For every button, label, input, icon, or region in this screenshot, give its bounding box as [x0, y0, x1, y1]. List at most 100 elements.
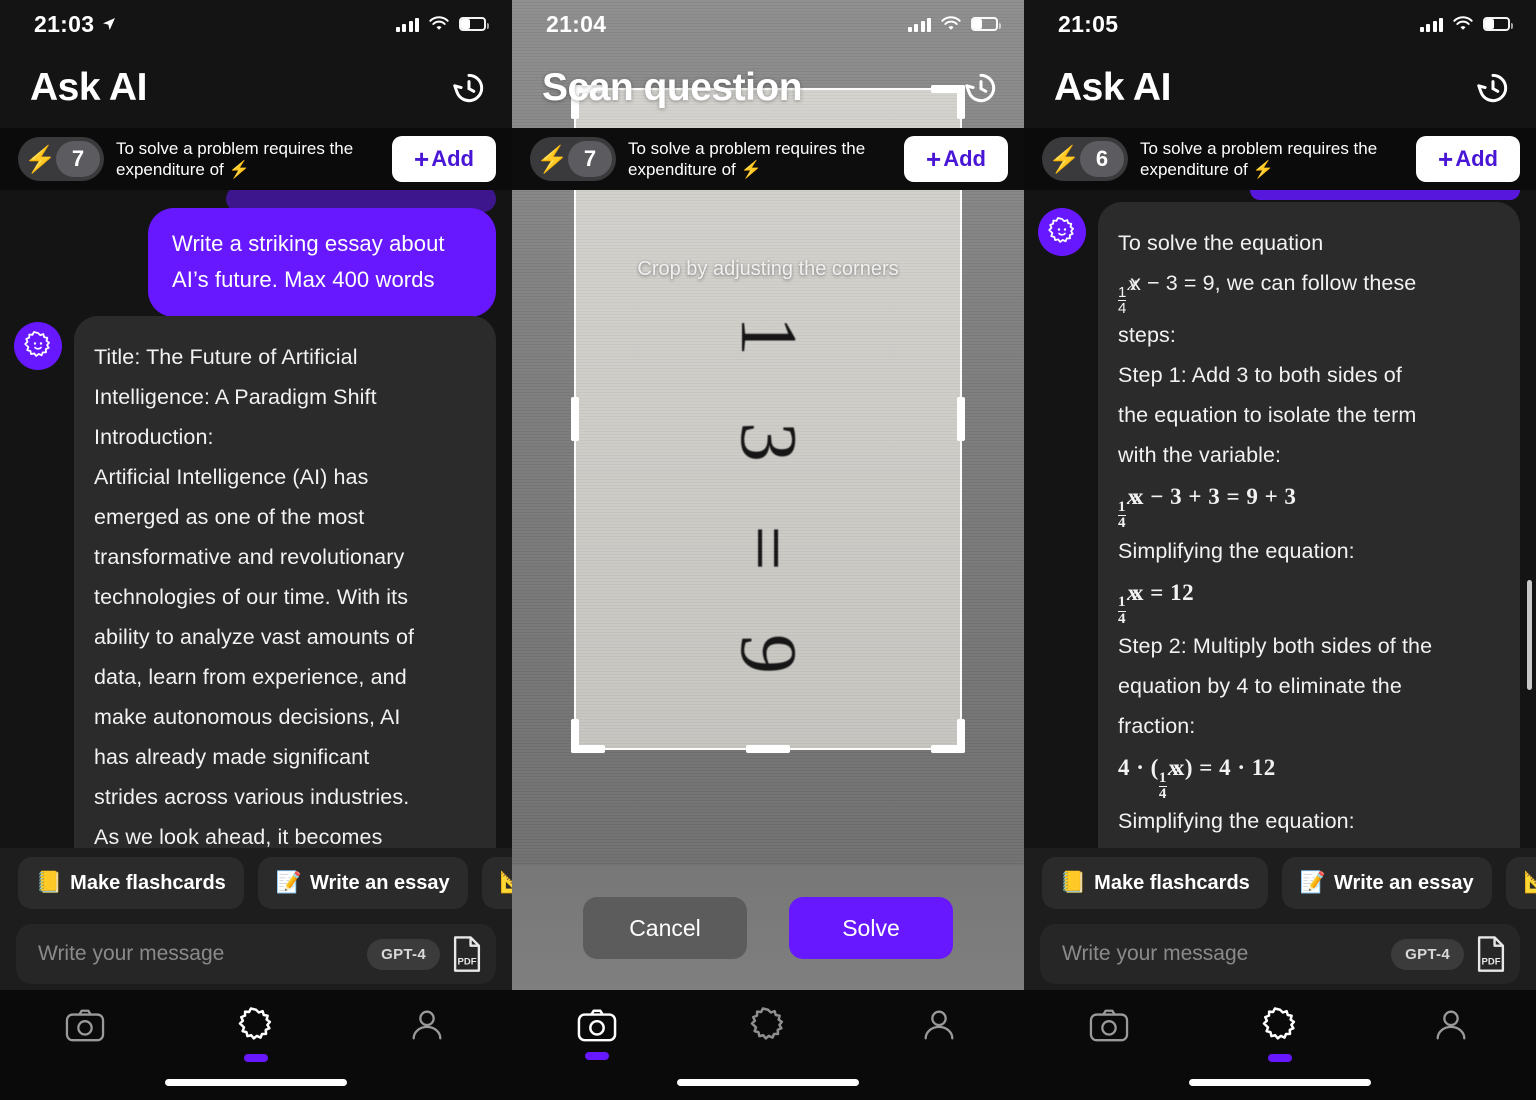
location-arrow-icon — [103, 18, 116, 30]
crop-corner-bottom-right-h[interactable] — [931, 745, 965, 753]
cancel-button[interactable]: Cancel — [583, 897, 747, 959]
svg-text:PDF: PDF — [1482, 957, 1501, 968]
energy-message: To solve a problem requires the expendit… — [116, 138, 354, 179]
fraction-numerator: 1 — [1158, 769, 1167, 786]
tab-indicator — [927, 1052, 951, 1060]
svg-text:PDF: PDF — [458, 957, 477, 968]
energy-pill[interactable]: ⚡ 7 — [530, 137, 616, 181]
message-input-container[interactable]: Write your message GPT-4 PDF — [1040, 924, 1520, 984]
crop-handle-right[interactable] — [957, 397, 965, 441]
chip-make-flashcards[interactable]: 📒 Make flashcards — [1042, 857, 1268, 909]
history-clock-icon[interactable] — [450, 69, 488, 107]
ai-line: strides across various industries. — [94, 784, 410, 809]
camera-icon — [1090, 1009, 1129, 1042]
tab-camera[interactable] — [0, 1006, 171, 1060]
tab-ask-ai[interactable] — [683, 1006, 854, 1062]
eq2-tail: x = 12 — [1132, 579, 1195, 605]
tab-indicator — [415, 1052, 439, 1060]
energy-banner: ⚡ 6 To solve a problem requires the expe… — [1024, 128, 1536, 190]
pdf-file-icon[interactable]: PDF — [1474, 935, 1508, 973]
ai-sparkle-icon — [750, 1007, 784, 1040]
energy-pill[interactable]: ⚡ 7 — [18, 137, 104, 181]
chip-math-problem[interactable]: 📐 Math problem — [1505, 857, 1536, 909]
status-left: 21:05 — [1058, 11, 1118, 38]
add-energy-button[interactable]: + Add — [392, 136, 496, 182]
memo-icon: 📝 — [275, 871, 302, 894]
lightning-bolt-icon: ⚡ — [1048, 144, 1081, 174]
tab-profile[interactable] — [1365, 1006, 1536, 1060]
crop-corner-bottom-left-h[interactable] — [571, 745, 605, 753]
page-title: Ask AI — [30, 66, 147, 109]
tab-indicator — [756, 1054, 780, 1062]
suggestion-chips[interactable]: 📒 Make flashcards 📝 Write an essay 📐 Mat… — [0, 848, 512, 918]
solution-step2c: fraction: — [1118, 713, 1196, 738]
fraction-denominator: 4 — [1118, 300, 1127, 318]
tab-profile[interactable] — [341, 1006, 512, 1060]
tab-indicator — [73, 1052, 97, 1060]
history-clock-icon[interactable] — [962, 69, 1000, 107]
vertical-scrollbar[interactable] — [1527, 580, 1532, 690]
status-left: 21:04 — [546, 11, 606, 38]
energy-pill[interactable]: ⚡ 6 — [1042, 137, 1128, 181]
triangle-ruler-icon: 📐 — [500, 871, 512, 895]
ai-line: Title: The Future of Artificial — [94, 345, 358, 369]
tab-indicator-active — [244, 1054, 268, 1062]
tab-camera[interactable] — [1024, 1006, 1195, 1060]
ai-line: transformative and revolutionary — [94, 544, 405, 569]
message-input-placeholder[interactable]: Write your message — [38, 942, 357, 966]
add-energy-button[interactable]: + Add — [904, 136, 1008, 182]
page-title: Scan question — [542, 66, 803, 109]
chip-write-an-essay[interactable]: 📝 Write an essay — [257, 857, 468, 909]
panel-scan-question: 1 3 = 9 Crop by adjusting the corners 21… — [512, 0, 1024, 1100]
model-tag[interactable]: GPT-4 — [367, 938, 440, 970]
wifi-icon — [429, 16, 449, 30]
solution-step1c: with the variable: — [1118, 443, 1282, 468]
three-panel-screenshot: 21:03 Ask AI ⚡ 7 To solve a problem requ… — [0, 0, 1536, 1100]
status-time: 21:05 — [1058, 10, 1119, 37]
status-bar: 21:05 — [1024, 0, 1536, 48]
tab-indicator-active — [1268, 1054, 1292, 1062]
status-time: 21:03 — [34, 10, 95, 37]
fraction-numerator: 1 — [1118, 499, 1126, 516]
eq1-tail: x − 3 + 3 = 9 + 3 — [1132, 484, 1297, 510]
tab-ask-ai[interactable] — [171, 1006, 342, 1062]
fraction-numerator: 1 — [1118, 594, 1126, 611]
crop-handle-bottom[interactable] — [746, 745, 790, 753]
pdf-file-icon[interactable]: PDF — [450, 935, 484, 973]
chip-math-problem[interactable]: 📐 Math problem — [481, 857, 512, 909]
energy-banner: ⚡ 7 To solve a problem requires the expe… — [512, 128, 1024, 190]
solution-eq2: 1 4 xx = 12 — [1118, 579, 1195, 627]
add-label: Add — [1455, 146, 1498, 171]
tab-profile[interactable] — [853, 1006, 1024, 1060]
solution-step1b: the equation to isolate the term — [1118, 403, 1417, 428]
equation-tail: x − 3 = 9, we can follow these — [1130, 270, 1417, 295]
tab-ask-ai[interactable] — [1195, 1006, 1366, 1062]
ai-solution-bubble: To solve the equation 1 4 xx − 3 = 9, we… — [1098, 202, 1520, 848]
add-energy-button[interactable]: + Add — [1416, 136, 1520, 182]
message-input-placeholder[interactable]: Write your message — [1062, 942, 1381, 966]
person-icon — [412, 1010, 442, 1040]
solution-step2b: equation by 4 to eliminate the — [1118, 673, 1402, 698]
chip-make-flashcards[interactable]: 📒 Make flashcards — [18, 857, 244, 909]
model-tag[interactable]: GPT-4 — [1391, 938, 1464, 970]
fraction-one-quarter: 1 4 — [1118, 284, 1127, 318]
ai-line: ability to analyze vast amounts of — [94, 624, 415, 649]
tab-camera[interactable] — [512, 1006, 683, 1060]
previous-message-bubble-partial — [1250, 190, 1520, 200]
solve-button[interactable]: Solve — [789, 897, 953, 959]
crop-handle-left[interactable] — [571, 397, 579, 441]
chat-scroll-area[interactable]: Write a striking essay about AI’s future… — [0, 190, 512, 848]
history-clock-icon[interactable] — [1474, 69, 1512, 107]
suggestion-chips[interactable]: 📒 Make flashcards 📝 Write an essay 📐 Mat… — [1024, 848, 1536, 918]
chip-write-an-essay[interactable]: 📝 Write an essay — [1281, 857, 1492, 909]
solution-eq3: 4 · ( 1 4 xx) = 4 · 12 — [1118, 754, 1276, 802]
status-right — [907, 16, 1001, 32]
ai-line: data, learn from experience, and — [94, 664, 407, 689]
message-input-container[interactable]: Write your message GPT-4 PDF — [16, 924, 496, 984]
wifi-icon — [941, 16, 961, 30]
chat-scroll-area[interactable]: To solve the equation 1 4 xx − 3 = 9, we… — [1024, 190, 1536, 848]
eq3-left: 4 · ( — [1118, 754, 1159, 780]
bottom-tab-bar — [1024, 990, 1536, 1100]
person-icon — [924, 1010, 954, 1040]
bottom-tab-bar — [512, 990, 1024, 1100]
